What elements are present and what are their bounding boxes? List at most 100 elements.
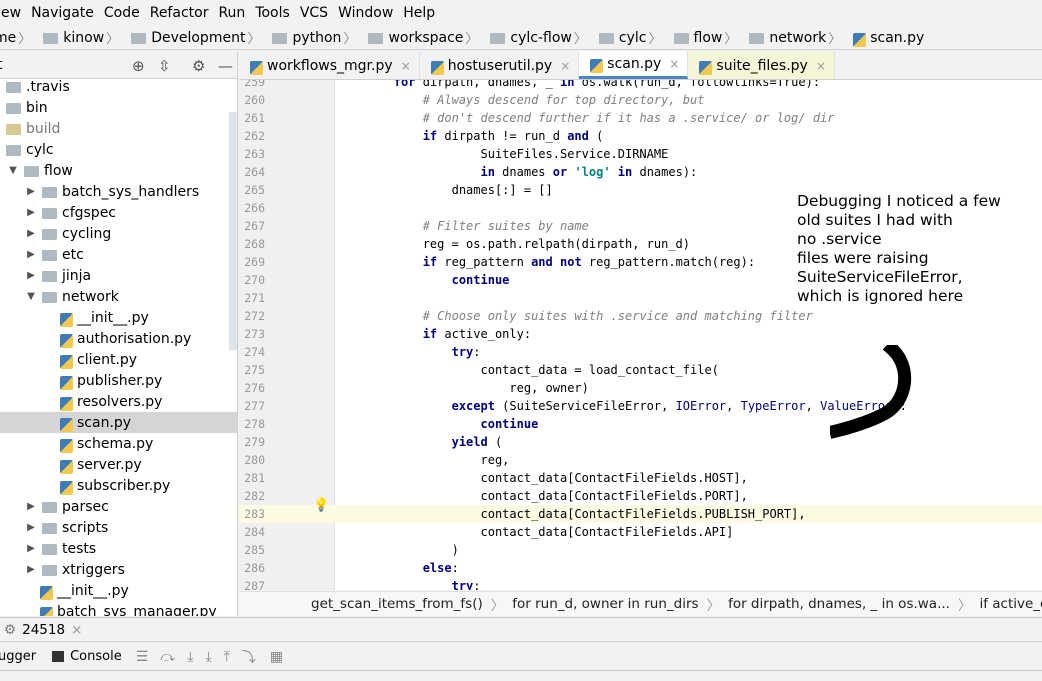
menu-icon[interactable]: ☰	[136, 649, 149, 665]
breadcrumb-item[interactable]: kinow 〉	[43, 28, 123, 47]
chevron-right-icon[interactable]: ▶	[24, 522, 38, 533]
tree-node-parsec[interactable]: ▶ parsec	[0, 496, 237, 517]
menu-item-navigate[interactable]: Navigate	[23, 5, 102, 21]
tree-node-bin[interactable]: bin	[0, 97, 237, 118]
breadcrumb-item[interactable]: network 〉	[749, 28, 845, 47]
code-line[interactable]: 261 # don't descend further if it has a …	[239, 109, 1042, 127]
tree-node--init-py[interactable]: __init__.py	[0, 580, 237, 601]
menu-item-window[interactable]: Window	[330, 5, 401, 21]
tree-node-batch-sys-handlers[interactable]: ▶ batch_sys_handlers	[0, 181, 237, 202]
chevron-right-icon[interactable]: ▶	[24, 543, 38, 554]
breadcrumb-item[interactable]: cylc 〉	[598, 28, 666, 47]
structure-crumb[interactable]: for dirpath, dnames, _ in os.wa...	[720, 596, 958, 612]
tree-node-scripts[interactable]: ▶ scripts	[0, 517, 237, 538]
hide-icon[interactable]: —	[218, 57, 233, 75]
tree-node-xtriggers[interactable]: ▶ xtriggers	[0, 559, 237, 580]
menu-item-refactor[interactable]: Refactor	[142, 5, 217, 21]
run-to-cursor-icon[interactable]: ⤵	[242, 647, 256, 667]
code-line[interactable]: 287 try:	[239, 577, 1042, 590]
tree-node-build[interactable]: build	[0, 118, 237, 139]
tree-node-schema-py[interactable]: schema.py	[0, 433, 237, 454]
breadcrumb-item[interactable]: cylc-flow 〉	[490, 28, 590, 47]
menu-item-help[interactable]: Help	[395, 5, 443, 21]
code-line[interactable]: 283 contact_data[ContactFileFields.PUBLI…	[239, 505, 1042, 523]
lightbulb-icon[interactable]: 💡	[313, 498, 329, 513]
code-line[interactable]: 263 SuiteFiles.Service.DIRNAME	[239, 145, 1042, 163]
structure-crumb[interactable]: if active_only	[971, 596, 1042, 612]
code-line[interactable]: 284 contact_data[ContactFileFields.API]	[239, 523, 1042, 541]
close-icon[interactable]: ×	[816, 59, 826, 73]
tab-workflows-mgr-py[interactable]: workflows_mgr.py ×	[239, 52, 420, 79]
evaluate-icon[interactable]: ▦	[270, 649, 283, 665]
structure-crumb[interactable]: for run_d, owner in run_dirs	[504, 596, 706, 612]
close-icon[interactable]: ×	[71, 622, 82, 638]
tree-node-resolvers-py[interactable]: resolvers.py	[0, 391, 237, 412]
chevron-right-icon[interactable]: ▶	[24, 249, 38, 260]
tree-node-server-py[interactable]: server.py	[0, 454, 237, 475]
tree-node-authorisation-py[interactable]: authorisation.py	[0, 328, 237, 349]
chevron-right-icon[interactable]: ▶	[24, 501, 38, 512]
tree-node-tests[interactable]: ▶ tests	[0, 538, 237, 559]
code-line[interactable]: 277 except (SuiteServiceFileError, IOErr…	[239, 397, 1042, 415]
locate-icon[interactable]: ⊕	[132, 57, 145, 75]
tree-node-etc[interactable]: ▶ etc	[0, 244, 237, 265]
close-icon[interactable]: ×	[560, 59, 570, 73]
code-editor[interactable]: 259 for dirpath, dnames, _ in os.walk(ru…	[239, 80, 1042, 590]
code-line[interactable]: 285 )	[239, 541, 1042, 559]
breadcrumb-item[interactable]: flow 〉	[673, 28, 742, 47]
code-line[interactable]: 273 if active_only:	[239, 325, 1042, 343]
debugger-tab[interactable]: ugger	[0, 649, 36, 664]
debug-session-tab[interactable]: 24518	[22, 622, 65, 638]
code-line[interactable]: 281 contact_data[ContactFileFields.HOST]…	[239, 469, 1042, 487]
breadcrumb-item[interactable]: scan.py	[853, 30, 924, 47]
chevron-right-icon[interactable]: ▶	[24, 207, 38, 218]
breadcrumb-item[interactable]: workspace 〉	[368, 28, 482, 47]
step-out-icon[interactable]: ⤒	[224, 649, 230, 665]
chevron-right-icon[interactable]: ▶	[24, 564, 38, 575]
code-line[interactable]: 279 yield (	[239, 433, 1042, 451]
breadcrumb-item[interactable]: me〉	[0, 28, 35, 48]
tree-node-cylc[interactable]: cylc	[0, 139, 237, 160]
project-view-selector[interactable]: t	[0, 57, 3, 73]
tree-node-client-py[interactable]: client.py	[0, 349, 237, 370]
code-line[interactable]: 260 # Always descend for top directory, …	[239, 91, 1042, 109]
chevron-right-icon[interactable]: ▶	[24, 228, 38, 239]
code-line[interactable]: 278 continue	[239, 415, 1042, 433]
close-icon[interactable]: ×	[669, 57, 679, 71]
tree-node-publisher-py[interactable]: publisher.py	[0, 370, 237, 391]
tab-hostuserutil-py[interactable]: hostuserutil.py ×	[420, 52, 580, 79]
close-icon[interactable]: ×	[401, 59, 411, 73]
chevron-right-icon[interactable]: ▶	[24, 186, 38, 197]
console-tab[interactable]: Console	[70, 649, 122, 664]
breadcrumb-item[interactable]: python 〉	[272, 28, 360, 47]
tree-node-flow[interactable]: ▼ flow	[0, 160, 237, 181]
menu-item-code[interactable]: Code	[96, 5, 148, 21]
collapse-all-icon[interactable]: ⇳	[158, 57, 171, 75]
tree-node-scan-py[interactable]: scan.py	[0, 412, 237, 433]
gear-icon[interactable]: ⚙	[192, 57, 205, 75]
tree-node-cfgspec[interactable]: ▶ cfgspec	[0, 202, 237, 223]
code-line[interactable]: 274 try:	[239, 343, 1042, 361]
code-line[interactable]: 276 reg, owner)	[239, 379, 1042, 397]
tree-node-network[interactable]: ▼ network	[0, 286, 237, 307]
code-line[interactable]: 262 if dirpath != run_d and (	[239, 127, 1042, 145]
tree-node-subscriber-py[interactable]: subscriber.py	[0, 475, 237, 496]
chevron-right-icon[interactable]: ▶	[24, 270, 38, 281]
code-line[interactable]: 282 contact_data[ContactFileFields.PORT]…	[239, 487, 1042, 505]
code-line[interactable]: 264 in dnames or 'log' in dnames):	[239, 163, 1042, 181]
tree-node-batch-sys-manager-py[interactable]: batch_sys_manager.py	[0, 601, 237, 616]
code-line[interactable]: 272 # Choose only suites with .service a…	[239, 307, 1042, 325]
tree-node--travis[interactable]: .travis	[0, 76, 237, 97]
structure-crumb[interactable]: get_scan_items_from_fs()	[303, 596, 491, 612]
menu-item-tools[interactable]: Tools	[247, 5, 298, 21]
tree-node-cycling[interactable]: ▶ cycling	[0, 223, 237, 244]
sidebar-scrollbar[interactable]	[229, 112, 237, 350]
step-over-icon[interactable]: ⤼	[160, 649, 175, 665]
tree-node-jinja[interactable]: ▶ jinja	[0, 265, 237, 286]
breadcrumb-item[interactable]: Development 〉	[131, 28, 264, 47]
step-into-icon[interactable]: ⤓	[187, 649, 193, 665]
code-line[interactable]: 286 else:	[239, 559, 1042, 577]
code-line[interactable]: 275 contact_data = load_contact_file(	[239, 361, 1042, 379]
chevron-down-icon[interactable]: ▼	[24, 291, 38, 302]
tree-node--init-py[interactable]: __init__.py	[0, 307, 237, 328]
